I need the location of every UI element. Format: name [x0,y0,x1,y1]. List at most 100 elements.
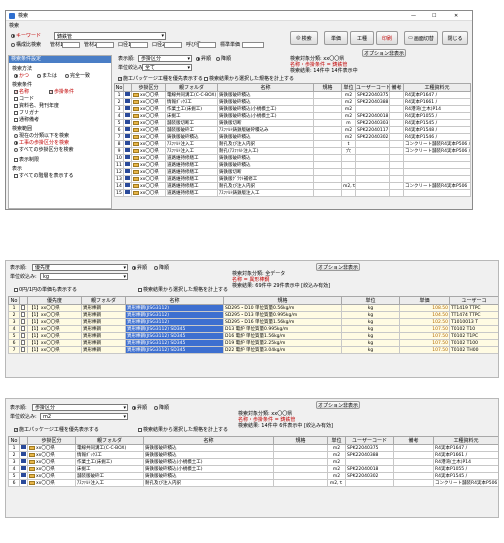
table-row[interactable]: 5 xx〇〇県 舗装版切断工 鋳鉄版切断 m SPK22040303 R4実本P1545 / [114,119,471,127]
table-row[interactable]: 1 xx〇〇県 電線共同溝工(C-C-BOX) 鋳鉄版破砕積込 m2 SPK2204037… [114,91,471,99]
table-row[interactable]: 6 xx〇〇県 舗装版破砕工 ｱｽﾌｧﾙﾄ鋳鉄版破砕積込み m2 SPK22040117 R… [114,126,471,134]
table-row[interactable]: 6 【1】xx〇〇県 異形棒鋼 異形棒鋼(JISG3112) SD345 D19 電炉 … [8,339,498,347]
field-input-6[interactable] [242,42,264,48]
option-and[interactable]: かつ [14,73,29,79]
column-header[interactable] [19,296,28,305]
option-code[interactable]: コード [14,96,34,102]
column-header[interactable]: ユーザーコ [449,296,498,305]
table-row[interactable]: 3 xx〇〇県 作業土工(床掘工) 鋳鉄版破砕積込(小規模土工) m2 R4港湾(土木)P… [114,105,471,113]
column-header[interactable]: 名称 [125,296,224,305]
option-display-limit[interactable]: 表示制限 [14,157,39,163]
maximize-button[interactable]: ☐ [432,13,436,19]
column-header[interactable]: 単価 [399,296,450,305]
option-or[interactable]: または [37,73,57,79]
option-range-below[interactable]: 現在の分類以下を検索 [14,133,69,139]
table-row[interactable]: 6 xx〇〇県 ｱｽﾌｧﾙﾄ注入工 耐孔及び注入内訳 m2,ｔ コンクリート舗装R4実本P… [8,479,498,487]
column-header[interactable]: ユーザーコード [345,436,394,445]
table-row[interactable]: 1 【1】xx〇〇県 異形棒鋼 異形棒鋼(JISG3112) SD295・D10 単位質… [8,304,498,312]
table-row[interactable]: 5 【1】xx〇〇県 異形棒鋼 異形棒鋼(JISG3112) SD345 D16 電炉 … [8,332,498,340]
option-toggle-button[interactable]: オプション非表示 [316,401,360,409]
column-header[interactable]: 規格 [273,436,328,445]
result-filter-checkbox[interactable]: 検索結果から選択した規格を計上する [138,287,228,293]
close-button[interactable]: ✕ [454,13,458,19]
construction-type-button[interactable]: 工種 [350,31,374,45]
column-header[interactable]: 優先度 [27,296,82,305]
column-header[interactable]: ユーザーコード [355,83,390,92]
table-row[interactable]: 4 xx〇〇県 床掘工 鋳鉄版破砕積込(小規模土工) m2 SPK22040018 R4実本… [8,465,498,473]
order-desc-radio[interactable]: 降順 [154,265,169,271]
option-all-levels[interactable]: すべての階層を表示する [14,173,73,179]
minimize-button[interactable]: — [411,13,416,19]
table-row[interactable]: 13 xx〇〇県 道路維持修繕工 鋳鉄版ｸﾞﾗｳﾄ補修工 [114,175,471,183]
column-header[interactable]: 親フォルダ [75,436,144,445]
option-range-all[interactable]: すべての歩掛区分を検索 [14,147,73,153]
column-header[interactable] [123,83,132,92]
order-desc-radio[interactable]: 降順 [154,405,169,411]
table-row[interactable]: 4 xx〇〇県 床掘工 鋳鉄版破砕積込(小規模土工) m2 SPK22040018 R4実本… [114,112,471,120]
close-window-button[interactable]: 閉じる [442,31,468,45]
column-header[interactable]: 単位 [341,83,356,92]
table-row[interactable]: 2 xx〇〇県 情報ﾎﾞｯｸｽ工 鋳鉄版破砕積込 m2 SPK22040388 R4実本P1… [114,98,471,106]
table-row[interactable]: 10 xx〇〇県 道路維持修繕工 鋳鉄版破砕積込 [114,154,471,162]
table-row[interactable]: 3 xx〇〇県 作業土工(床掘工) 鋳鉄版破砕積込(小規模土工) m2 R4港湾(土木)P… [8,458,498,466]
menu-search[interactable]: 検索 [9,23,19,29]
option-remark[interactable]: 通称備考 [14,117,39,123]
column-header[interactable]: 名称 [143,436,274,445]
table-row[interactable]: 14 xx〇〇県 道路維持修繕工 耐孔及び注入内訳 m2,ｔ コンクリート舗装R4実本P5… [114,182,471,190]
option-source[interactable]: 資料名、発刊年度 [14,103,59,109]
table-row[interactable]: 15 xx〇〇県 道路維持修繕工 ｱｽﾌｧﾙﾄ鋳鉄版注入工 [114,189,471,197]
order-desc-radio[interactable]: 降順 [216,56,231,62]
table-row[interactable]: 1 xx〇〇県 電線共同溝工(C-C-BOX) 鋳鉄版破砕積込 m2 SPK2204037… [8,444,498,452]
table-row[interactable]: 7 xx〇〇県 鋳鉄版破砕積込 鋳鉄版破砕積込 m2 SPK22040302 R4実本P15… [114,133,471,141]
column-header[interactable]: 備考 [393,436,434,445]
option-toggle-button[interactable]: オプション非表示 [362,49,406,57]
table-row[interactable]: 2 【1】xx〇〇県 異形棒鋼 異形棒鋼(JISG3112) SD295・D13 単位質… [8,311,498,319]
column-header[interactable]: 規格 [223,296,342,305]
field-input-3[interactable] [130,42,148,48]
unit-price-button[interactable]: 単価 [324,31,348,45]
sort-select[interactable]: 歩掛区分 [32,404,128,411]
order-asc-radio[interactable]: 昇順 [132,405,147,411]
column-header[interactable]: 工種資料元 [433,436,498,445]
option-exact[interactable]: 完全一致 [65,73,90,79]
structured-mode-radio[interactable]: 構成比検索 [11,42,41,48]
table-row[interactable]: 2 xx〇〇県 情報ﾎﾞｯｸｽ工 鋳鉄版破砕積込 m2 SPK22040388 R4実本P1… [8,451,498,459]
unit-filter-select[interactable]: 全て [142,64,192,71]
sort-select[interactable]: 歩掛区分 [138,55,192,62]
column-header[interactable]: 単位 [341,296,400,305]
keyword-input[interactable]: 鋳鉄管 [54,32,166,40]
search-button[interactable]: ◎ 検索 [290,31,318,45]
column-header[interactable]: 親フォルダ [165,83,218,92]
table-row[interactable]: 5 xx〇〇県 舗装版破砕工 鋳鉄版破砕積込 m2 SPK22040302 R4実本P154… [8,472,498,480]
table-row[interactable]: 11 xx〇〇県 道路維持修繕工 鋳鉄版破砕積込 [114,161,471,169]
result-filter-checkbox[interactable]: 検索結果から選択した規格を計上する [204,76,294,82]
option-furigana[interactable]: フリガナ [14,110,39,116]
field-input-4[interactable] [164,42,182,48]
screen-switch-button[interactable]: ▭ 画面切替 [404,31,438,45]
table-row[interactable]: 4 【1】xx〇〇県 異形棒鋼 異形棒鋼(JISG3112) SD345 D13 電炉 … [8,325,498,333]
column-header[interactable]: 歩掛区分 [131,83,166,92]
column-header[interactable]: 単位 [327,436,346,445]
sort-select[interactable]: 優先度 [32,264,128,271]
unit-filter-select[interactable]: m2 [40,413,128,420]
table-row[interactable]: 7 【1】xx〇〇県 異形棒鋼 異形棒鋼(JISG3112) SD345 D22 電炉 … [8,346,498,354]
option-toggle-button[interactable]: オプション非表示 [316,263,360,271]
column-header[interactable] [19,436,28,445]
table-row[interactable]: 9 xx〇〇県 ｱｽﾌｧﾙﾄ注入工 耐孔(ｱｽﾌｧﾙﾄ注入工) 穴 コンクリート舗装R4実… [114,147,471,155]
column-header[interactable]: 備考 [389,83,404,92]
column-header[interactable]: 名称 [217,83,314,92]
field-input-1[interactable] [62,42,80,48]
zero-price-checkbox[interactable]: 0円/1円の単価も表示する [14,287,77,293]
table-row[interactable]: 12 xx〇〇県 道路維持修繕工 鋳鉄版切断 [114,168,471,176]
print-button[interactable]: 印刷 [376,31,398,45]
column-header[interactable]: No [114,83,124,92]
option-name[interactable]: 名称 [14,89,29,95]
table-row[interactable]: 3 【1】xx〇〇県 異形棒鋼 異形棒鋼(JISG3112) SD295・D16 単位質… [8,318,498,326]
order-asc-radio[interactable]: 昇順 [132,265,147,271]
column-header[interactable]: 規格 [313,83,342,92]
column-header[interactable]: No [8,436,20,445]
result-filter-checkbox[interactable]: 検索結果から選択した規格を計上する [138,427,228,433]
table-row[interactable]: 8 xx〇〇県 ｱｽﾌｧﾙﾄ注入工 耐孔及び注入内訳 t コンクリート舗装R4実本P506… [114,140,471,148]
column-header[interactable]: No [8,296,20,305]
keyword-mode-radio[interactable]: キーワード [11,33,41,39]
